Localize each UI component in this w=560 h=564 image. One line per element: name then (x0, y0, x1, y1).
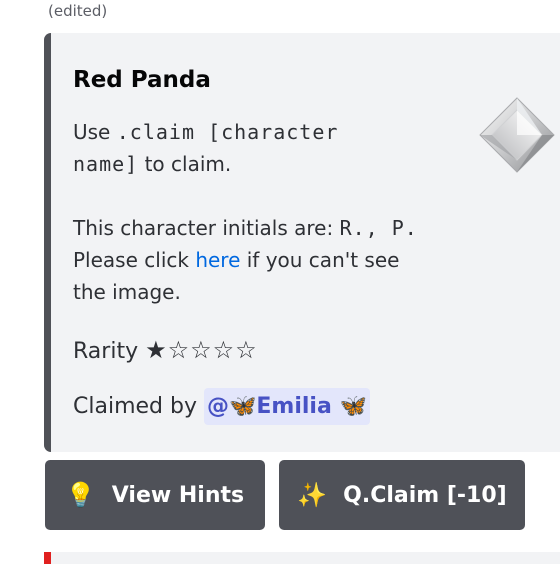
lightbulb-icon: 💡 (65, 481, 96, 509)
click-suffix: if you can't see (246, 248, 400, 272)
view-hints-button[interactable]: 💡 View Hints (45, 460, 265, 530)
rarity-stars: ★☆☆☆☆ (145, 336, 258, 364)
command-line-2: name] to claim. (73, 148, 433, 180)
claimed-row: Claimed by @🦋Emilia 🦋 (73, 388, 370, 425)
character-embed: Red Panda Use .claim [character name] to… (44, 33, 560, 452)
claim-command-part-2: name] (73, 152, 139, 176)
claim-suffix: to claim. (144, 152, 232, 176)
next-embed (44, 552, 560, 564)
image-link[interactable]: here (195, 248, 240, 272)
embed-accent-bar (44, 33, 51, 452)
diamond-gem-icon (479, 97, 555, 173)
claimed-label: Claimed by (73, 394, 197, 419)
click-line: Please click here if you can't see (73, 244, 433, 276)
initials-value: R., P. (339, 216, 418, 240)
click-prefix: Please click (73, 248, 189, 272)
click-line-2: the image. (73, 280, 181, 304)
view-hints-label: View Hints (111, 482, 245, 508)
sparkles-icon: ✨ (297, 481, 328, 509)
use-label: Use (73, 120, 111, 144)
initials-line: This character initials are: R., P. (73, 212, 433, 244)
embed-description: Use .claim [character name] to claim. Th… (73, 116, 433, 308)
user-mention[interactable]: @🦋Emilia 🦋 (203, 388, 370, 425)
initials-label: This character initials are: (73, 216, 334, 240)
edited-label: (edited) (48, 2, 108, 20)
rarity-row: Rarity ★☆☆☆☆ (73, 336, 258, 364)
quick-claim-label: Q.Claim [-10] (343, 482, 507, 508)
quick-claim-button[interactable]: ✨ Q.Claim [-10] (279, 460, 525, 530)
command-line-1: Use .claim [character (73, 116, 433, 148)
rarity-label: Rarity (73, 339, 139, 364)
embed-title: Red Panda (73, 67, 211, 93)
next-embed-accent-bar (44, 552, 51, 564)
claim-command-part-1: .claim [character (116, 120, 339, 144)
